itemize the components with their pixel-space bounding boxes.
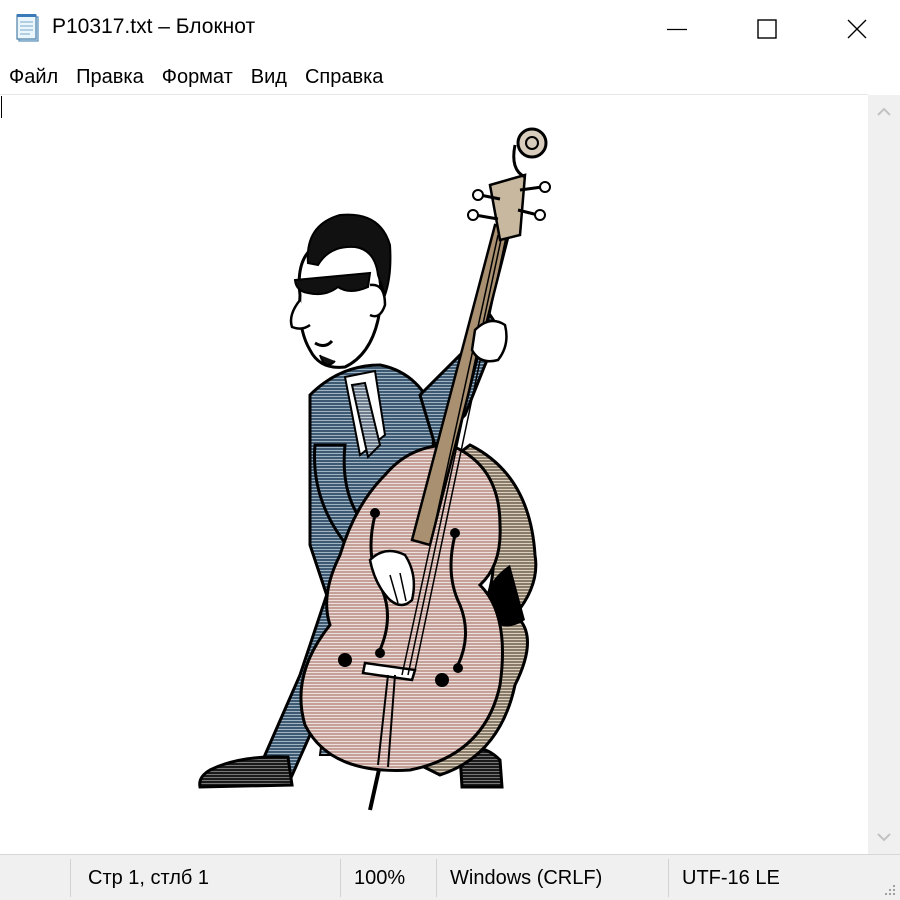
menu-help[interactable]: Справка	[296, 58, 392, 94]
status-bar: Стр 1, стлб 1 100% Windows (CRLF) UTF-16…	[0, 854, 900, 900]
menu-view[interactable]: Вид	[242, 58, 296, 94]
status-encoding: UTF-16 LE	[682, 867, 780, 889]
status-separator	[70, 859, 71, 897]
close-icon	[847, 19, 867, 39]
notepad-window: P10317.txt – Блокнот Файл Правка Формат …	[0, 0, 900, 900]
chevron-up-icon	[877, 107, 891, 116]
menu-format[interactable]: Формат	[153, 58, 242, 94]
status-cursor-position: Стр 1, стлб 1	[88, 867, 210, 889]
close-button[interactable]	[812, 0, 900, 58]
menu-bar: Файл Правка Формат Вид Справка	[0, 58, 900, 94]
status-line-endings: Windows (CRLF)	[450, 867, 603, 889]
vertical-scrollbar[interactable]	[868, 95, 900, 854]
minimize-button[interactable]	[632, 0, 722, 58]
status-separator	[436, 859, 437, 897]
text-edit-area[interactable]	[0, 94, 868, 855]
status-separator	[340, 859, 341, 897]
double-bass-player-illustration	[198, 127, 551, 811]
notepad-icon	[16, 14, 39, 42]
maximize-button[interactable]	[722, 0, 812, 58]
menu-file[interactable]: Файл	[0, 58, 67, 94]
maximize-icon	[757, 19, 777, 39]
scroll-up-button[interactable]	[868, 95, 900, 129]
title-bar[interactable]: P10317.txt – Блокнот	[0, 0, 900, 58]
scroll-down-button[interactable]	[868, 820, 900, 854]
resize-grip-icon[interactable]	[880, 880, 898, 898]
window-title: P10317.txt – Блокнот	[52, 15, 256, 38]
chevron-down-icon	[877, 833, 891, 842]
menu-edit[interactable]: Правка	[67, 58, 153, 94]
status-zoom: 100%	[354, 867, 406, 889]
status-separator	[668, 859, 669, 897]
minimize-icon	[667, 28, 687, 31]
text-caret	[1, 96, 2, 118]
